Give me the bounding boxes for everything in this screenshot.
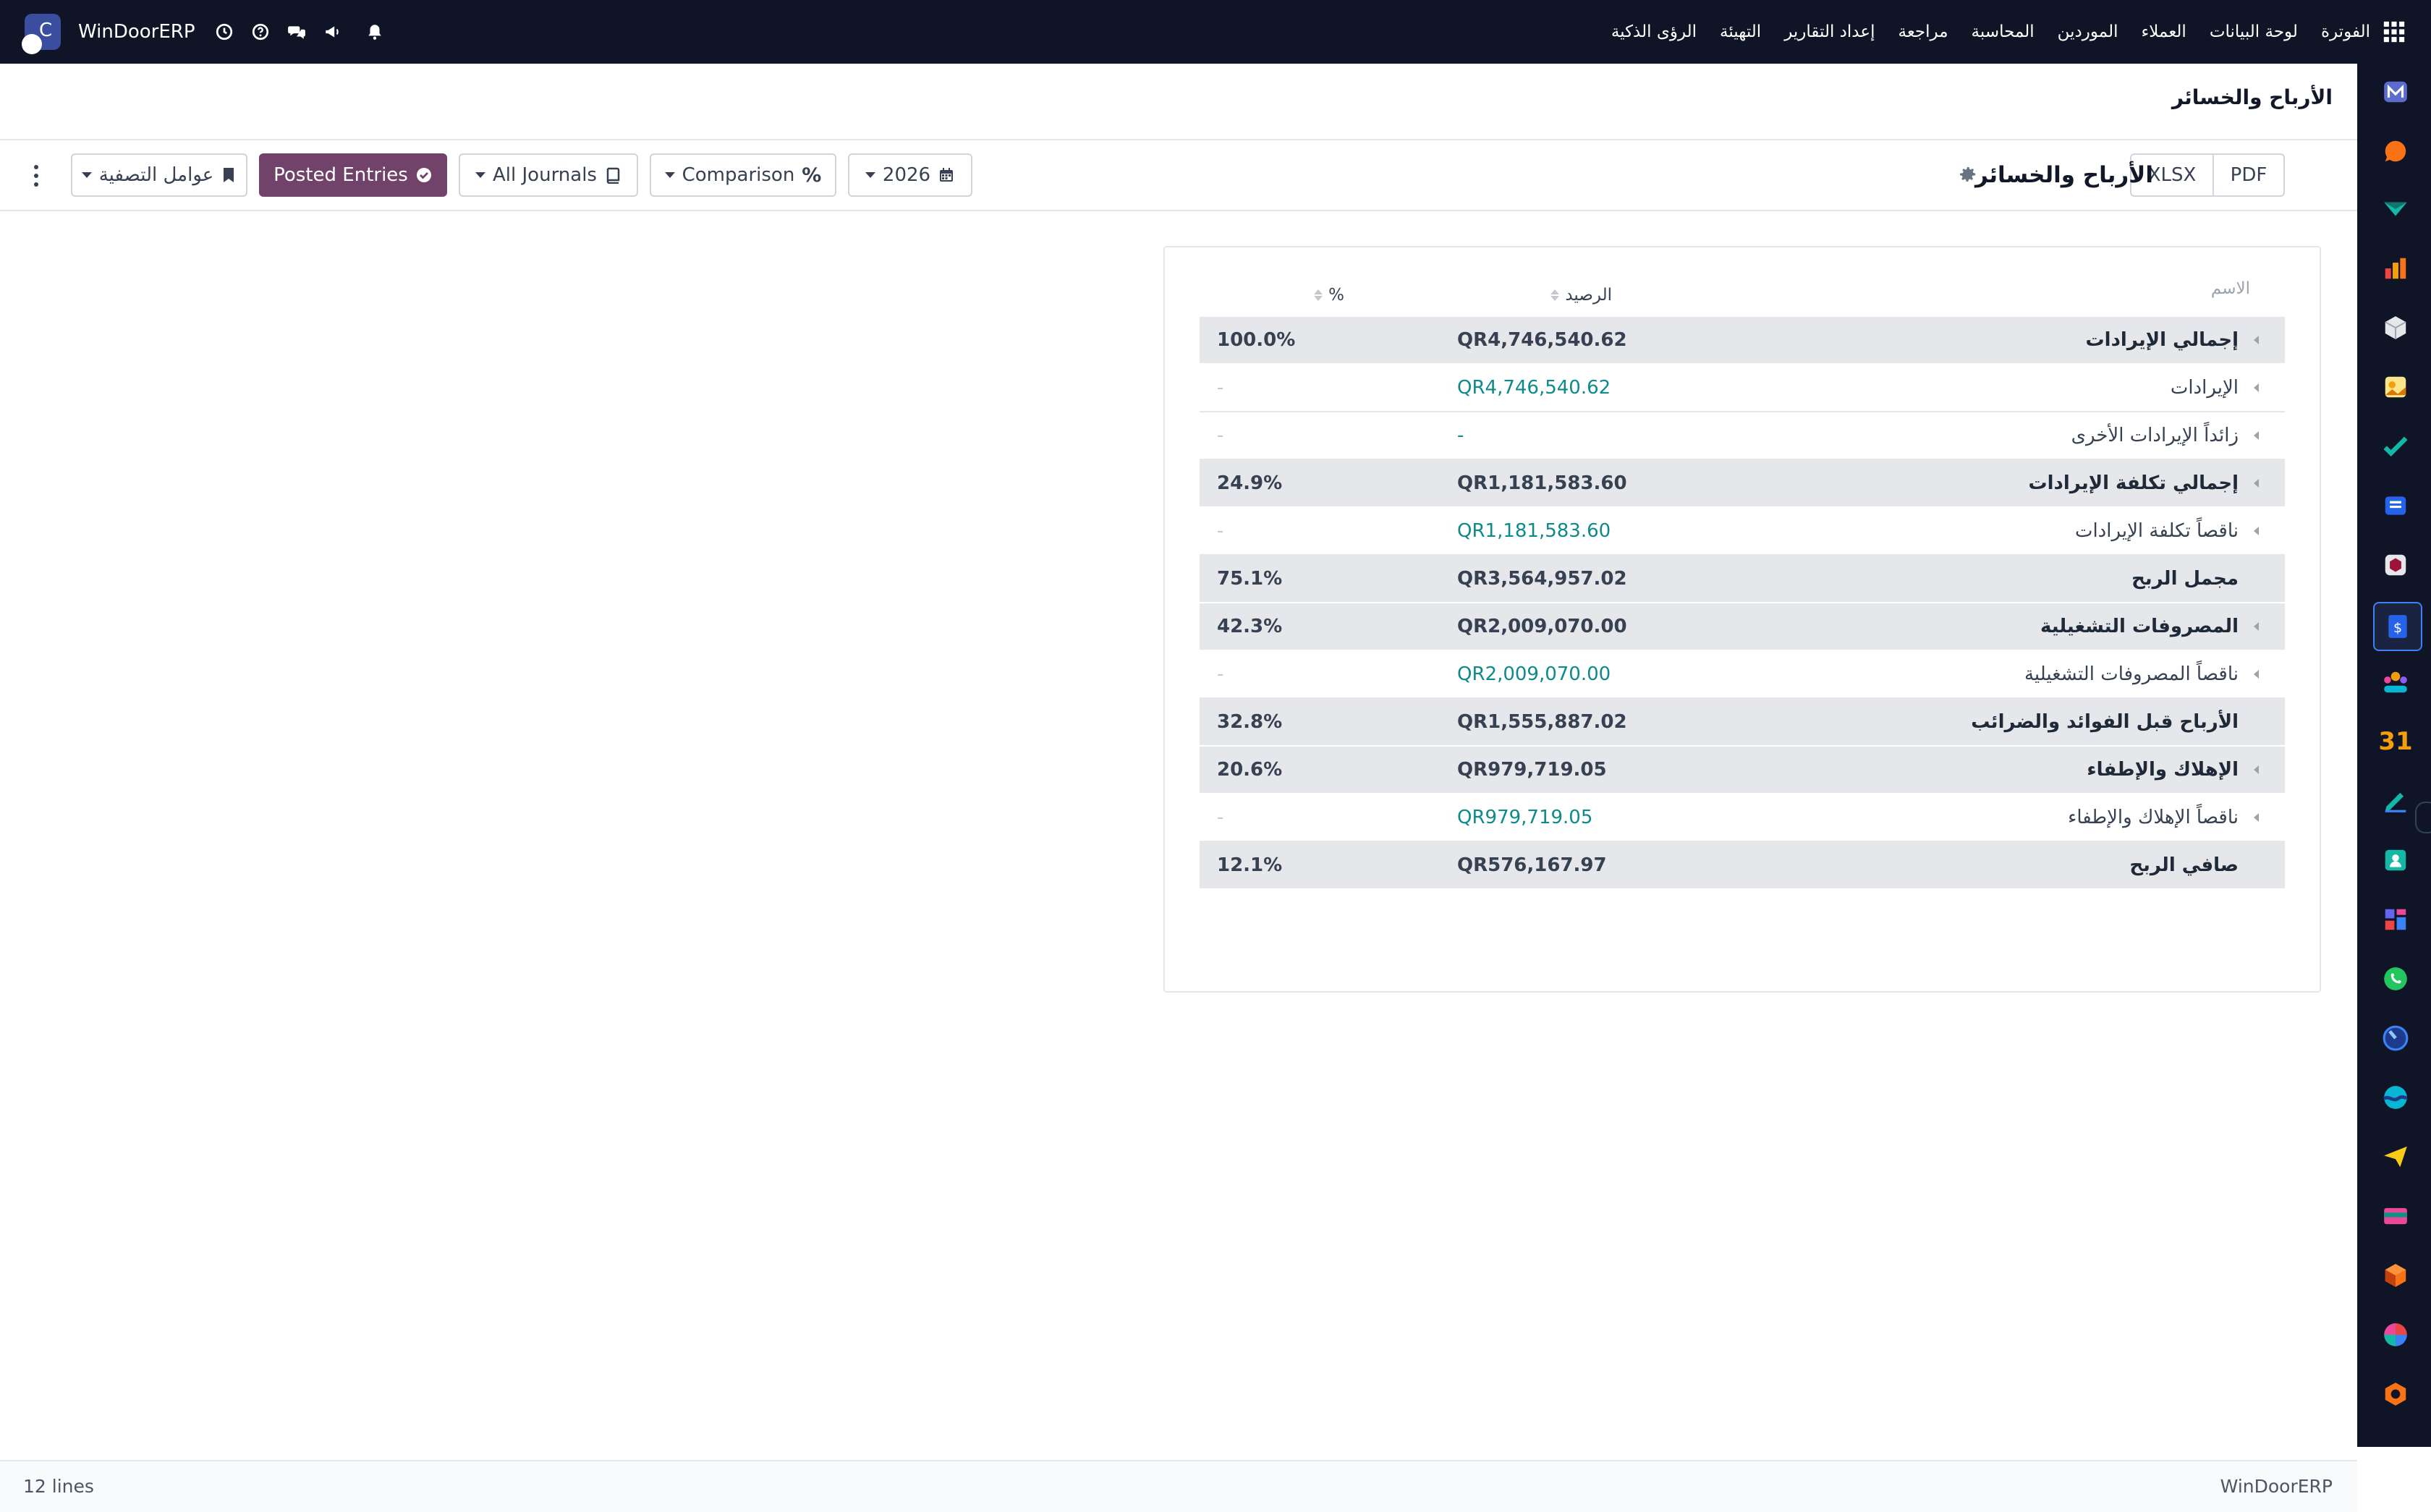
invoice-icon[interactable]: $ — [2373, 602, 2422, 651]
menu-accounting[interactable]: المحاسبة — [1972, 22, 2035, 41]
page-title[interactable]: الأرباح والخسائر — [2172, 85, 2333, 109]
line-count: 12 lines — [23, 1476, 94, 1497]
expand-arrow-icon[interactable] — [2254, 336, 2259, 344]
discount-icon[interactable] — [2382, 195, 2409, 223]
gear-icon[interactable] — [1956, 163, 1978, 185]
sort-icon — [1550, 289, 1560, 301]
table-row[interactable]: إجمالي تكلفة الإيرادات QR1,181,583.60 24.9… — [1200, 460, 2285, 508]
svg-text:$: $ — [2393, 620, 2402, 636]
footer-company-name: WinDoorERP — [2220, 1476, 2333, 1497]
pdf-button[interactable]: PDF — [2212, 153, 2285, 197]
column-header-balance[interactable]: الرصيد — [1550, 279, 1612, 311]
company-name[interactable]: WinDoorERP — [78, 21, 195, 43]
table-row[interactable]: المصروفات التشغيلية QR2,009,070.00 42.3% — [1200, 603, 2285, 651]
table-row[interactable]: الأرباح قبل الفوائد والضرائب QR1,555,887.… — [1200, 699, 2285, 747]
table-row[interactable]: الإيرادات QR4,746,540.62- — [1200, 365, 2285, 412]
table-row[interactable]: الإهلاك والإطفاء QR979,719.05 20.6% — [1200, 747, 2285, 794]
menu-vendors[interactable]: الموردين — [2058, 22, 2118, 41]
chevron-down-icon — [865, 172, 875, 178]
comparison-button[interactable]: Comparison % — [650, 153, 836, 197]
journals-button[interactable]: All Journals — [459, 153, 638, 197]
main-content: الأرباح والخسائر PDF XLSX الأرباح والخسا… — [0, 64, 2357, 1512]
expand-arrow-icon[interactable] — [2254, 765, 2259, 774]
expand-arrow-icon[interactable] — [2254, 670, 2259, 679]
menu-review[interactable]: مراجعة — [1898, 22, 1948, 41]
expand-arrow-icon[interactable] — [2254, 813, 2259, 822]
contact-icon[interactable] — [2382, 846, 2409, 874]
breadcrumb: الأرباح والخسائر — [0, 64, 2357, 140]
menu-smart-insights[interactable]: الرؤى الذكية — [1611, 22, 1697, 41]
chat-icon[interactable] — [287, 22, 307, 42]
settings-hex-icon[interactable] — [2382, 1380, 2409, 1408]
menu-reporting[interactable]: إعداد التقارير — [1784, 22, 1875, 41]
percent-icon: % — [802, 163, 822, 187]
menu-invoicing[interactable]: الفوترة — [2321, 22, 2370, 41]
more-options-icon[interactable] — [32, 165, 41, 187]
table-row[interactable]: إجمالي الإيرادات QR4,746,540.62 100.0% — [1200, 317, 2285, 365]
box-icon[interactable] — [2382, 551, 2409, 579]
cube-icon[interactable] — [2382, 314, 2409, 341]
menu-configuration[interactable]: التهيئة — [1720, 22, 1761, 41]
clock-app-icon[interactable] — [2382, 1024, 2409, 1052]
bell-icon[interactable] — [365, 22, 385, 42]
menu-customers[interactable]: العملاء — [2141, 22, 2186, 41]
table-row[interactable]: مجمل الربح QR3,564,957.02 75.1% — [1200, 556, 2285, 603]
card-icon[interactable] — [2382, 1202, 2409, 1230]
app-rail: $ 31 — [2357, 64, 2431, 1447]
whatsapp-icon[interactable] — [2382, 965, 2409, 993]
company-logo[interactable]: C — [22, 14, 61, 54]
column-header-percent[interactable]: % — [1314, 279, 1344, 311]
report-name: الأرباح والخسائر — [1975, 162, 2153, 188]
top-navbar: C WinDoorERP الفوترة لوحة البيانات العمل… — [0, 0, 2431, 64]
megaphone-icon[interactable] — [323, 22, 343, 42]
calendar-icon — [940, 168, 954, 182]
mail-icon[interactable] — [2382, 78, 2409, 106]
report-control-bar: PDF XLSX الأرباح والخسائر 2026 Compariso… — [0, 140, 2357, 211]
calendar-31-icon[interactable]: 31 — [2378, 727, 2412, 756]
expand-arrow-icon[interactable] — [2254, 383, 2259, 392]
bar-chart-icon[interactable] — [2382, 255, 2409, 282]
status-footer: 12 lines WinDoorERP — [0, 1460, 2357, 1512]
book-icon — [606, 167, 620, 184]
book-icon[interactable] — [2382, 492, 2409, 519]
bookmark-icon — [224, 168, 234, 182]
chevron-down-icon — [475, 172, 486, 178]
clock-icon[interactable] — [214, 22, 234, 42]
rail-resize-handle[interactable] — [2415, 802, 2431, 833]
sort-icon — [1314, 289, 1323, 301]
filters-button[interactable]: عوامل التصفية — [71, 153, 247, 197]
photo-icon[interactable] — [2382, 373, 2409, 401]
chevron-down-icon — [81, 172, 92, 178]
pie-icon[interactable] — [2382, 1321, 2409, 1349]
chevron-down-icon — [664, 172, 675, 178]
send-icon[interactable] — [2382, 1143, 2409, 1171]
table-body: إجمالي الإيرادات QR4,746,540.62 100.0% الإ… — [1200, 317, 2285, 890]
expand-arrow-icon[interactable] — [2254, 527, 2259, 535]
posted-entries-button[interactable]: Posted Entries — [259, 153, 447, 197]
date-filter-button[interactable]: 2026 — [848, 153, 972, 197]
pen-icon[interactable] — [2382, 787, 2409, 815]
chat-bubble-icon[interactable] — [2382, 137, 2409, 165]
table-row[interactable]: ناقصاً الإهلاك والإطفاء QR979,719.05- — [1200, 794, 2285, 842]
check-icon[interactable] — [2382, 433, 2409, 460]
expand-arrow-icon[interactable] — [2254, 431, 2259, 440]
table-row[interactable]: ناقصاً تكلفة الإيرادات QR1,181,583.60- — [1200, 508, 2285, 556]
help-icon[interactable] — [250, 22, 271, 42]
check-circle-icon — [416, 168, 431, 182]
column-header-name: الاسم — [2210, 279, 2250, 298]
report-card: الاسم الرصيد % إجمالي الإيرادات QR4,746,5… — [1163, 246, 2321, 993]
table-row[interactable]: ناقصاً المصروفات التشغيلية QR2,009,070.00… — [1200, 651, 2285, 699]
hexagon-icon[interactable] — [2382, 1262, 2409, 1289]
expand-arrow-icon[interactable] — [2254, 622, 2259, 631]
expand-arrow-icon[interactable] — [2254, 479, 2259, 488]
wave-icon[interactable] — [2382, 1084, 2409, 1111]
team-icon[interactable] — [2382, 668, 2409, 696]
table-row[interactable]: صافي الربح QR576,167.97 12.1% — [1200, 842, 2285, 890]
dashboard-icon[interactable] — [2382, 906, 2409, 933]
table-row[interactable]: زائداً الإيرادات الأخرى - - — [1200, 412, 2285, 460]
menu-dashboard[interactable]: لوحة البيانات — [2210, 22, 2298, 41]
app-menu-grid-icon[interactable] — [2382, 20, 2406, 44]
